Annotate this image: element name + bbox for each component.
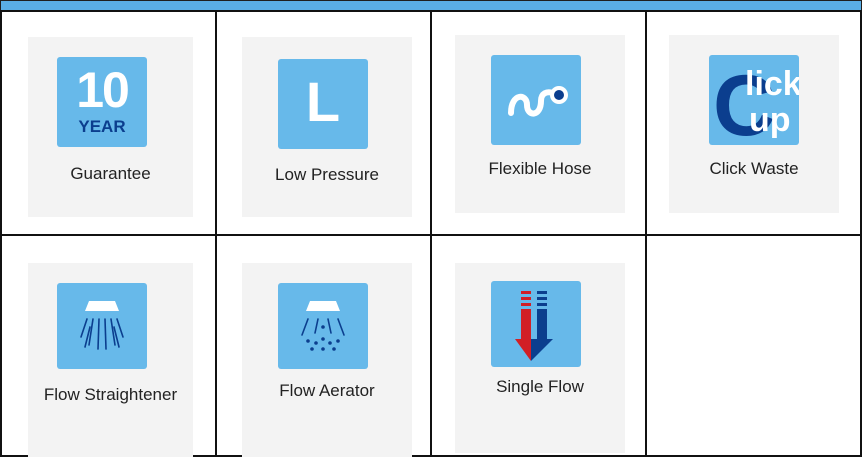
feature-card: 10 YEAR Guarantee <box>28 37 193 217</box>
feature-label: Flow Straightener <box>43 385 178 404</box>
svg-text:up: up <box>749 101 791 139</box>
feature-card: Flow Aerator <box>242 263 412 457</box>
badge-number: 10 <box>76 62 130 118</box>
low-pressure-icon: L <box>278 59 368 149</box>
feature-card: Single Flow <box>455 263 625 453</box>
feature-label: Single Flow <box>496 377 584 396</box>
svg-text:lick: lick <box>745 65 799 103</box>
badge-letter: L <box>305 70 341 133</box>
feature-card: Flexible Hose <box>455 35 625 213</box>
feature-cell-empty <box>645 234 862 457</box>
feature-label: Flow Aerator <box>279 381 375 400</box>
feature-cell-flexible-hose: Flexible Hose <box>430 10 647 236</box>
click-up-waste-icon: C lick up <box>709 55 799 145</box>
feature-row: 10 YEAR Guarantee L Low Pressure Flexibl… <box>0 10 862 236</box>
feature-cell-single-flow: Single Flow <box>430 234 647 457</box>
feature-card: L Low Pressure <box>242 37 412 217</box>
feature-label: Guarantee <box>70 164 151 183</box>
feature-cell-guarantee: 10 YEAR Guarantee <box>0 10 217 236</box>
feature-label: Low Pressure <box>275 165 379 184</box>
feature-card: Flow Straightener <box>28 263 193 457</box>
flow-aerator-icon <box>278 283 368 369</box>
feature-cell-low-pressure: L Low Pressure <box>215 10 432 236</box>
feature-cell-flow-aerator: Flow Aerator <box>215 234 432 457</box>
feature-grid: 10 YEAR Guarantee L Low Pressure Flexibl… <box>0 10 862 457</box>
feature-label: Flexible Hose <box>488 159 592 178</box>
feature-card: C lick up Click Waste <box>669 35 839 213</box>
flow-straightener-icon <box>57 283 147 369</box>
single-flow-icon <box>491 281 581 367</box>
feature-cell-click-waste: C lick up Click Waste <box>645 10 862 236</box>
flexible-hose-icon <box>491 55 581 145</box>
feature-label: Click Waste <box>709 159 799 178</box>
feature-cell-flow-straightener: Flow Straightener <box>0 234 217 457</box>
feature-row: Flow Straightener Flow Aerator Single Fl… <box>0 234 862 457</box>
badge-text: YEAR <box>78 117 126 136</box>
ten-year-guarantee-icon: 10 YEAR <box>57 57 147 147</box>
